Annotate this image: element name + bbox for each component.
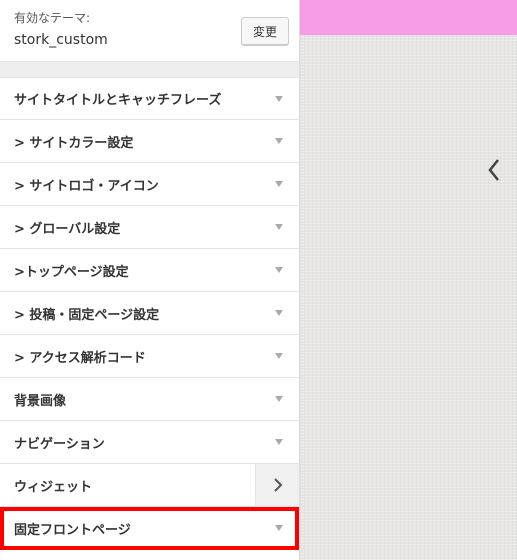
- change-theme-button[interactable]: 変更: [241, 17, 289, 45]
- menu-item-site-title[interactable]: サイトタイトルとキャッチフレーズ: [0, 77, 299, 120]
- menu-item-global-settings[interactable]: > グローバル設定: [0, 206, 299, 249]
- chevron-left-icon[interactable]: [484, 156, 504, 184]
- menu-item-widgets[interactable]: ウィジェット: [0, 464, 299, 507]
- menu-item-analytics-code[interactable]: > アクセス解析コード: [0, 335, 299, 378]
- menu-item-navigation[interactable]: ナビゲーション: [0, 421, 299, 464]
- arrow-down-icon: [275, 396, 283, 402]
- arrow-down-icon: [275, 310, 283, 316]
- menu-item-static-front-page[interactable]: 固定フロントページ: [0, 507, 299, 550]
- customizer-sidebar: 有効なテーマ: stork_custom 変更 サイトタイトルとキャッチフレーズ…: [0, 0, 300, 560]
- arrow-down-icon: [275, 96, 283, 102]
- arrow-down-icon: [275, 267, 283, 273]
- preview-header-bar: [300, 0, 517, 35]
- menu-item-label: > サイトカラー設定: [14, 135, 134, 151]
- menu-item-label: ナビゲーション: [14, 436, 105, 452]
- menu-item-background-image[interactable]: 背景画像: [0, 378, 299, 421]
- arrow-down-icon: [275, 439, 283, 445]
- menu-item-site-logo[interactable]: > サイトロゴ・アイコン: [0, 163, 299, 206]
- menu-item-label: > 投稿・固定ページ設定: [14, 307, 160, 323]
- menu-item-label: >トップページ設定: [14, 264, 129, 280]
- arrow-down-icon: [275, 525, 283, 531]
- arrow-down-icon: [275, 138, 283, 144]
- section-divider: [0, 62, 299, 77]
- arrow-down-icon: [275, 224, 283, 230]
- site-preview: [300, 0, 517, 560]
- menu-item-label: 固定フロントページ: [14, 522, 131, 538]
- menu-item-label: サイトタイトルとキャッチフレーズ: [14, 93, 222, 108]
- menu-item-label: > アクセス解析コード: [14, 350, 146, 366]
- menu-item-label: > グローバル設定: [14, 221, 121, 237]
- menu-item-label: ウィジェット: [14, 479, 93, 495]
- arrow-down-icon: [275, 181, 283, 187]
- customizer-menu: サイトタイトルとキャッチフレーズ > サイトカラー設定 > サイトロゴ・アイコン…: [0, 77, 299, 550]
- arrow-down-icon: [275, 353, 283, 359]
- menu-item-top-page-settings[interactable]: >トップページ設定: [0, 249, 299, 292]
- active-theme-panel: 有効なテーマ: stork_custom 変更: [0, 0, 299, 62]
- menu-item-post-page-settings[interactable]: > 投稿・固定ページ設定: [0, 292, 299, 335]
- menu-item-label: > サイトロゴ・アイコン: [14, 178, 159, 194]
- menu-item-site-color[interactable]: > サイトカラー設定: [0, 120, 299, 163]
- menu-item-label: 背景画像: [14, 393, 67, 409]
- chevron-right-icon[interactable]: [255, 464, 299, 506]
